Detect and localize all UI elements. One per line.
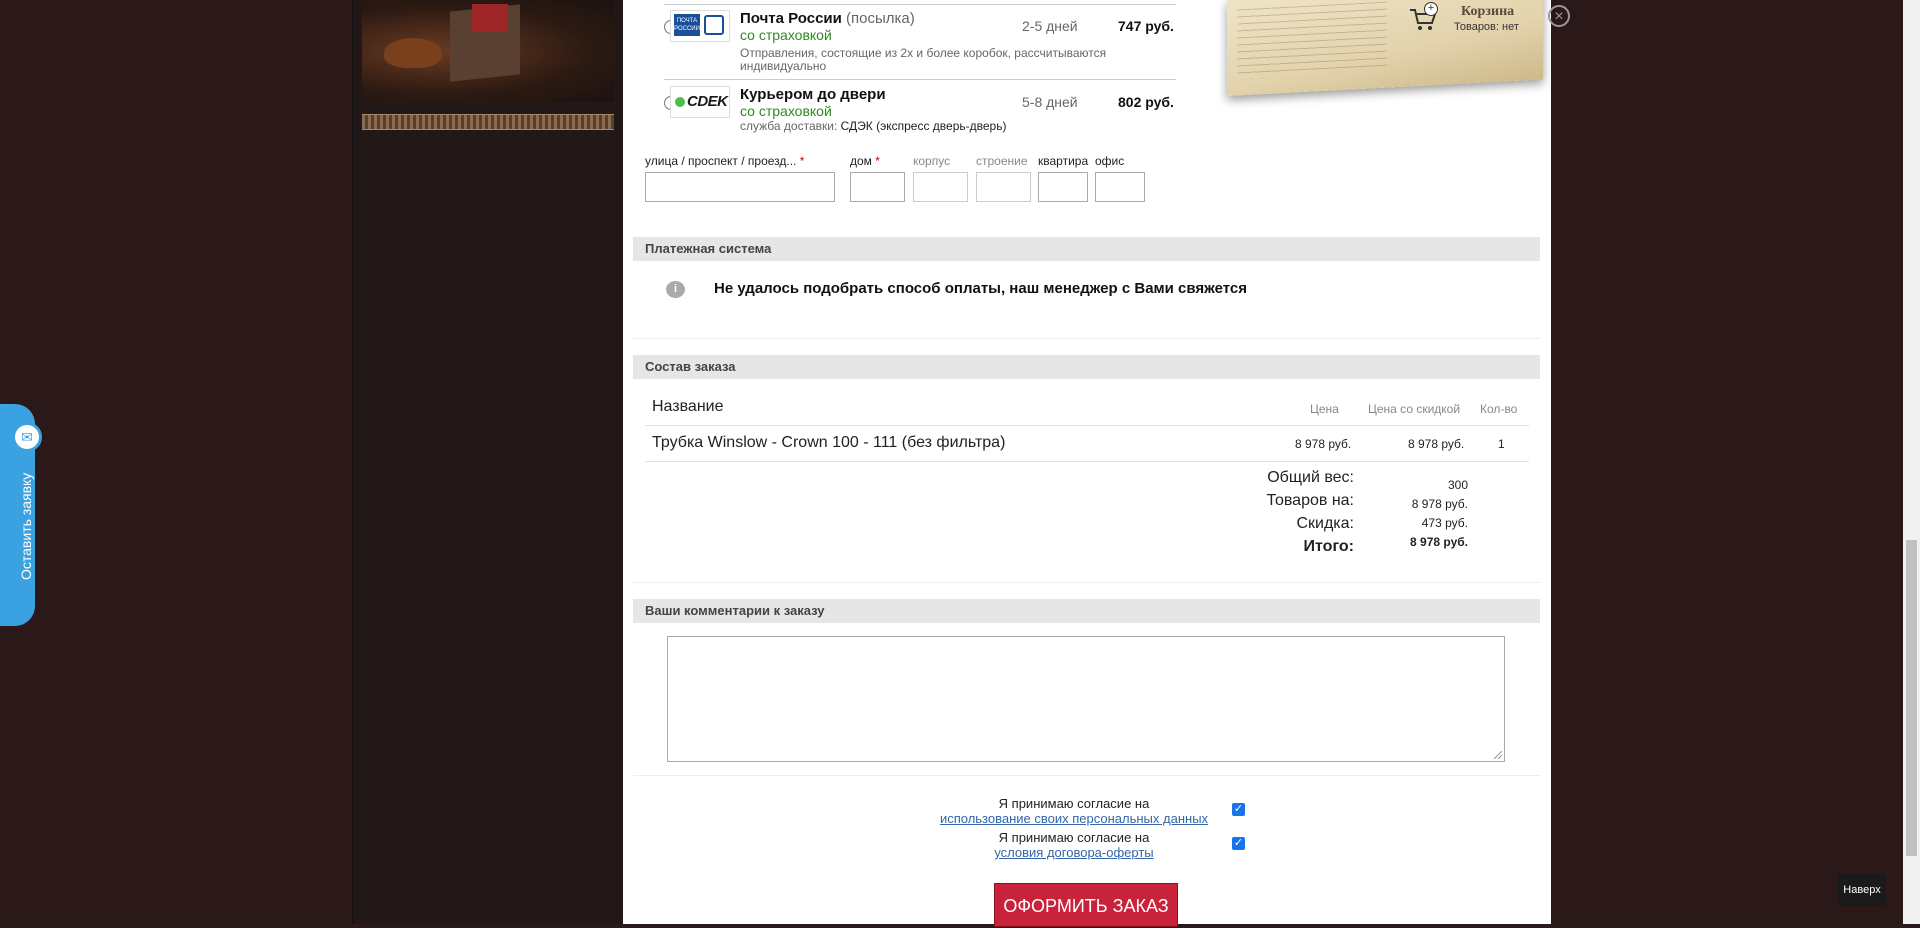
payment-section-header: Платежная система [633,237,1540,261]
feedback-tab-label[interactable]: Оставить заявку [18,473,34,580]
divider [633,338,1540,339]
page-background-left [0,0,352,924]
consent-offer-link[interactable]: условия договора-оферты [994,845,1153,860]
info-icon: i [666,281,685,298]
submit-order-button[interactable]: ОФОРМИТЬ ЗАКАЗ [994,883,1178,927]
left-sidebar [352,0,624,924]
consent-offer-checkbox[interactable]: ✓ [1232,837,1245,850]
pipe-image [384,38,442,68]
delivery-note-prefix: служба доставки: [740,119,838,133]
close-icon[interactable]: × [1548,5,1570,27]
delivery-insurance-label: со страховкой [740,27,832,43]
house-label: дом * [850,154,880,168]
column-header-price: Цена [1310,402,1339,416]
paper-texture [1237,1,1387,80]
office-input[interactable] [1095,172,1145,202]
goods-sum-value: 8 978 руб. [1411,497,1468,511]
comment-textarea[interactable] [667,636,1505,762]
discount-label: Скидка: [1296,515,1354,532]
item-price: 8 978 руб. [1295,437,1352,451]
cdek-logo-icon: CDEK [670,86,730,118]
delivery-days: 2-5 дней [1022,18,1078,34]
korpus-input[interactable] [913,172,968,202]
item-discount-price: 8 978 руб. [1408,437,1465,451]
item-name[interactable]: Трубка Winslow - Crown 100 - 111 (без фи… [652,434,1005,452]
payment-message: Не удалось подобрать способ оплаты, наш … [714,280,1247,297]
required-mark: * [799,154,805,168]
delivery-insurance-label: со страховкой [740,103,832,119]
discount-value: 473 руб. [1421,516,1468,530]
scroll-to-top-button[interactable]: Наверх [1838,874,1886,906]
red-package-image [472,4,508,32]
post-eagle-icon [704,15,724,35]
main-content [623,0,1551,924]
required-mark: * [875,154,880,168]
delivery-price: 802 руб. [1118,94,1174,110]
cart-item-count: Товаров: нет [1454,21,1519,33]
apartment-label: квартира [1038,154,1089,168]
divider [645,461,1529,462]
divider [633,775,1540,776]
russian-post-logo-icon: ПОЧТА РОССИИ [670,10,730,42]
goods-sum-label: Товаров на: [1266,492,1354,509]
street-label-text: улица / проспект / проезд... [645,154,797,168]
consent-text: Я принимаю согласие на [998,830,1150,845]
consent-personal-data-link[interactable]: использование своих персональных данных [940,811,1208,826]
delivery-title: Почта России (посылка) [740,10,915,27]
consent-personal-data-checkbox[interactable]: ✓ [1232,803,1245,816]
comments-section-header: Ваши комментарии к заказу [633,599,1540,623]
sidebar-banner-image[interactable] [362,0,614,102]
delivery-title: Курьером до двери [740,86,886,103]
cdek-logo-text: CDEK [687,93,728,110]
total-weight-value: 300 [1447,478,1468,492]
column-header-discount-price: Цена со скидкой [1368,402,1461,416]
consent-offer: Я принимаю согласие на условия договора-… [924,830,1224,860]
resize-handle-icon[interactable] [1494,751,1502,759]
column-header-name: Название [652,398,724,415]
street-label: улица / проспект / проезд... * [645,154,804,168]
delivery-title-extra: (посылка) [846,10,915,27]
delivery-note-service: СДЭК (экспресс дверь-дверь) [840,119,1007,133]
building-input[interactable] [976,172,1031,202]
cdek-dot-icon [675,97,685,107]
total-label: Итого: [1303,538,1354,555]
office-label: офис [1095,154,1125,168]
divider [664,4,1176,5]
total-weight-label: Общий вес: [1267,469,1354,486]
divider [664,79,1176,80]
order-section-header: Состав заказа [633,355,1540,379]
delivery-title-text: Почта России [740,10,842,27]
delivery-days: 5-8 дней [1022,94,1078,110]
sidebar-divider [362,114,614,130]
scrollbar-thumb[interactable] [1906,540,1917,856]
building-label: строение [976,154,1028,168]
consent-personal-data: Я принимаю согласие на использование сво… [924,796,1224,826]
street-input[interactable] [645,172,835,202]
cart-title[interactable]: Корзина [1461,4,1514,20]
delivery-price: 747 руб. [1118,18,1174,34]
column-header-qty: Кол-во [1480,402,1518,416]
delivery-note: служба доставки: СДЭК (экспресс дверь-дв… [740,120,1140,133]
cart-plus-icon: + [1424,2,1438,16]
house-input[interactable] [850,172,905,202]
delivery-note: Отправления, состоящие из 2х и более кор… [740,46,1107,73]
envelope-icon[interactable]: ✉ [12,422,42,452]
apartment-input[interactable] [1038,172,1088,202]
divider [633,582,1540,583]
divider [645,425,1529,426]
house-label-text: дом [850,154,872,168]
total-value: 8 978 руб. [1410,535,1468,549]
consent-text: Я принимаю согласие на [998,796,1150,811]
item-qty: 1 [1498,437,1505,451]
page-background-right [1551,0,1903,924]
korpus-label: корпус [913,154,951,168]
page-scrollbar[interactable] [1903,0,1920,924]
russian-post-logo-text: ПОЧТА РОССИИ [674,14,700,36]
